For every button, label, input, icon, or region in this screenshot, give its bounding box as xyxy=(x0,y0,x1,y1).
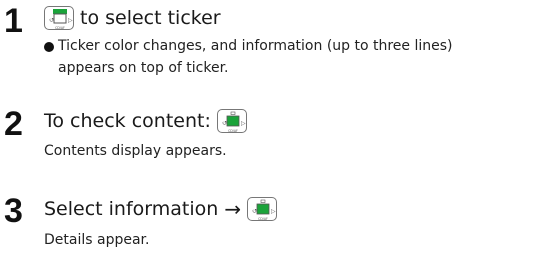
svg-text:↺: ↺ xyxy=(252,208,257,215)
step-result: Contents display appears. xyxy=(44,143,227,159)
step-heading: ↺ ▷ CD/AF to select ticker xyxy=(44,6,221,30)
svg-text:↺: ↺ xyxy=(222,120,227,127)
step-text: to select ticker xyxy=(80,7,221,29)
bullet-text-cont: appears on top of ticker. xyxy=(58,60,229,76)
key-label: CD/AF xyxy=(228,129,238,133)
step-heading: To check content: ↺ ▷ CD/AF xyxy=(44,109,247,133)
svg-text:▷: ▷ xyxy=(271,208,276,215)
step-number: 3 xyxy=(4,192,23,230)
step-text: Select information xyxy=(44,198,219,220)
step-result: Details appear. xyxy=(44,232,150,248)
step-heading: Select information → ↺ ▷ CD/AF xyxy=(44,197,278,221)
center-key-icon: ↺ ▷ CD/AF xyxy=(216,109,247,133)
bullet-text: Ticker color changes, and information (u… xyxy=(58,38,453,54)
step-number: 2 xyxy=(4,105,23,143)
step-number: 1 xyxy=(4,2,23,40)
svg-text:▷: ▷ xyxy=(68,17,73,24)
center-key-icon: ↺ ▷ CD/AF xyxy=(44,6,74,30)
bullet-dot xyxy=(44,42,54,52)
svg-text:▷: ▷ xyxy=(241,120,246,127)
center-key-icon: ↺ ▷ CD/AF xyxy=(247,197,278,221)
key-label: CD/AF xyxy=(55,26,65,30)
arrow-right-icon: → xyxy=(224,197,242,221)
step-text: To check content: xyxy=(44,110,211,132)
svg-text:↺: ↺ xyxy=(49,17,54,24)
key-label: CD/AF xyxy=(258,217,268,221)
